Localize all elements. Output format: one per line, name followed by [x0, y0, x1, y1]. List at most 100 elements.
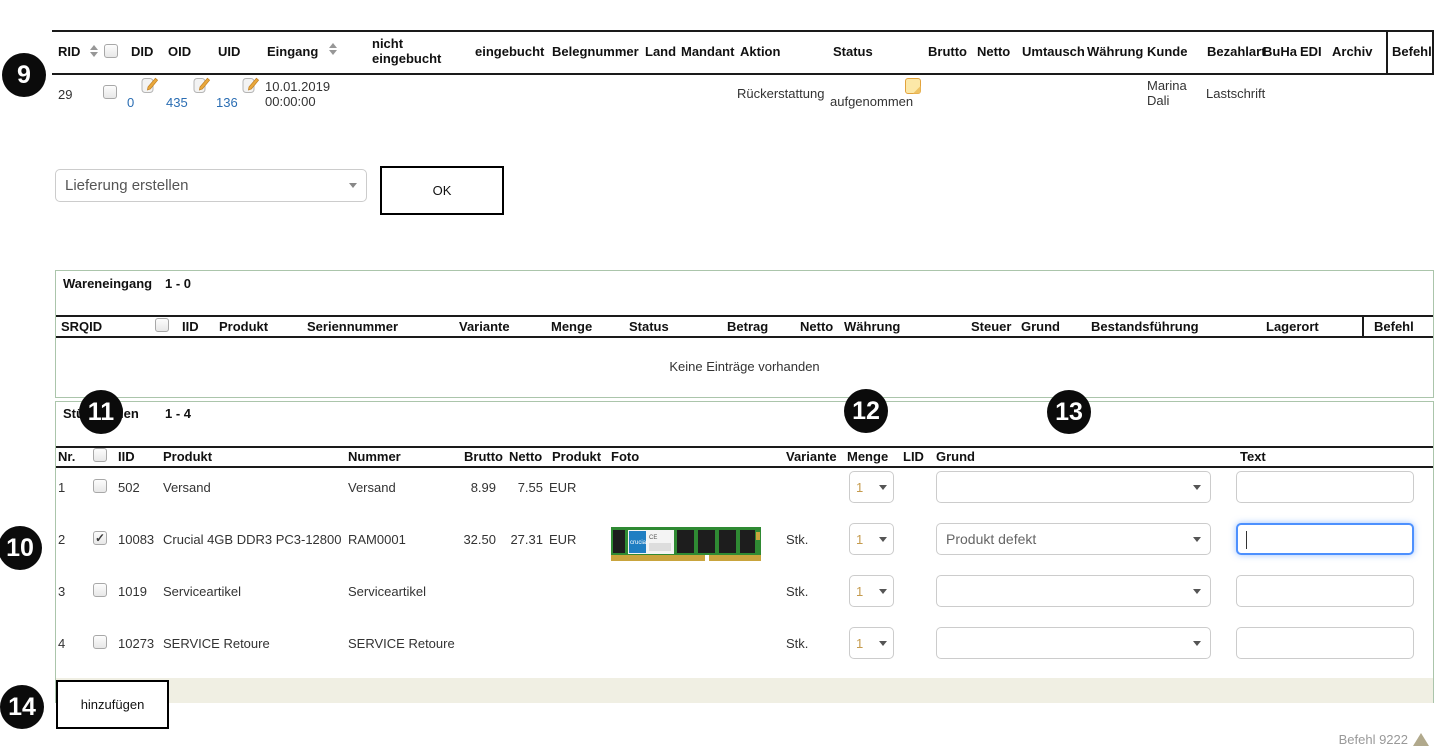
chevron-down-icon: [879, 589, 887, 594]
edit-icon[interactable]: [242, 77, 260, 99]
add-button[interactable]: hinzufügen: [56, 680, 169, 729]
select-all-checkbox[interactable]: [104, 44, 118, 58]
pos-row-netto: 7.55: [500, 480, 543, 495]
we-col-betrag: Betrag: [727, 319, 768, 334]
grund-select[interactable]: [936, 627, 1211, 659]
edit-icon[interactable]: [193, 77, 211, 99]
edit-icon[interactable]: [141, 77, 159, 99]
rid-sort-icon[interactable]: [90, 45, 98, 57]
row-oid-link[interactable]: 435: [166, 95, 188, 110]
table-border: [56, 446, 1433, 448]
pos-row-checkbox[interactable]: [93, 583, 107, 597]
chevron-down-icon: [879, 641, 887, 646]
row-eingang-time: 00:00:00: [265, 94, 316, 109]
we-select-all-checkbox[interactable]: [155, 318, 169, 332]
pos-col-lid: LID: [903, 449, 924, 464]
svg-text:crucial: crucial: [630, 540, 647, 546]
col-header-nicht-eingebucht: nicht eingebucht: [372, 36, 436, 66]
table-border: [56, 315, 1433, 317]
col-header-belegnummer: Belegnummer: [552, 44, 639, 59]
wareneingang-title: Wareneingang: [63, 276, 152, 291]
pos-row-checkbox[interactable]: [93, 635, 107, 649]
pos-row-variante: Stk.: [786, 636, 808, 651]
annotation-marker-9: 9: [2, 53, 46, 97]
menge-select[interactable]: 1: [849, 523, 894, 555]
text-input[interactable]: [1236, 627, 1414, 659]
scroll-top-icon[interactable]: [1413, 733, 1429, 746]
menge-select[interactable]: 1: [849, 627, 894, 659]
col-header-buha: BuHa: [1263, 44, 1297, 59]
pos-col-iid: IID: [118, 449, 135, 464]
we-col-produkt: Produkt: [219, 319, 268, 334]
we-empty-text: Keine Einträge vorhanden: [56, 359, 1433, 374]
befehl-cell-border: [1362, 315, 1364, 338]
col-header-land: Land: [645, 44, 676, 59]
pos-row-waehrung: EUR: [549, 532, 576, 547]
action-dropdown[interactable]: Lieferung erstellen: [55, 169, 367, 202]
menge-select[interactable]: 1: [849, 575, 894, 607]
grund-select[interactable]: [936, 471, 1211, 503]
row-kunde-line1: Marina: [1147, 78, 1187, 93]
pos-col-produkt2: Produkt: [552, 449, 601, 464]
col-header-bezahlart: Bezahlart: [1207, 44, 1266, 59]
pos-row-netto: 27.31: [500, 532, 543, 547]
we-col-status: Status: [629, 319, 669, 334]
chevron-down-icon: [349, 183, 357, 188]
text-input-focused[interactable]: [1236, 523, 1414, 555]
grund-select[interactable]: [936, 575, 1211, 607]
chevron-down-icon: [1193, 485, 1201, 490]
pos-col-netto: Netto: [509, 449, 542, 464]
pos-row-nr: 4: [58, 636, 65, 651]
we-col-srqid: SRQID: [61, 319, 102, 334]
menge-value: 1: [856, 532, 863, 547]
grund-select[interactable]: Produkt defekt: [936, 523, 1211, 555]
col-header-archiv: Archiv: [1332, 44, 1372, 59]
row-bezahlart: Lastschrift: [1206, 86, 1265, 101]
table-border: [52, 73, 1434, 75]
eingang-sort-icon[interactable]: [329, 43, 337, 55]
col-header-edi: EDI: [1300, 44, 1322, 59]
menge-value: 1: [856, 636, 863, 651]
pos-row-nr: 2: [58, 532, 65, 547]
text-input[interactable]: [1236, 471, 1414, 503]
annotation-marker-14: 14: [0, 685, 44, 729]
befehl-cell-border: [1432, 30, 1434, 75]
col-header-uid: UID: [218, 44, 240, 59]
pos-col-menge: Menge: [847, 449, 888, 464]
ok-button[interactable]: OK: [380, 166, 504, 215]
wareneingang-section: [55, 270, 1434, 398]
pos-row-nummer: Serviceartikel: [348, 584, 426, 599]
annotation-marker-12: 12: [844, 389, 888, 433]
we-col-netto: Netto: [800, 319, 833, 334]
col-header-waehrung: Währung: [1087, 44, 1143, 59]
pos-row-iid: 10083: [118, 532, 154, 547]
befehl-cell-border: [1386, 30, 1388, 75]
pos-row-iid: 10273: [118, 636, 154, 651]
pos-row-checkbox[interactable]: [93, 479, 107, 493]
pos-row-checkbox[interactable]: [93, 531, 107, 545]
menge-value: 1: [856, 584, 863, 599]
text-input[interactable]: [1236, 575, 1414, 607]
menge-select[interactable]: 1: [849, 471, 894, 503]
col-header-mandant: Mandant: [681, 44, 734, 59]
pos-row-nummer: SERVICE Retoure: [348, 636, 455, 651]
col-header-rid: RID: [58, 44, 80, 59]
row-select-checkbox[interactable]: [103, 85, 117, 99]
svg-text:CE: CE: [649, 535, 657, 541]
chevron-down-icon: [1193, 537, 1201, 542]
we-col-bestandsfuehrung: Bestandsführung: [1091, 319, 1199, 334]
pos-col-grund: Grund: [936, 449, 975, 464]
we-col-steuer: Steuer: [971, 319, 1011, 334]
annotation-marker-10: 10: [0, 526, 42, 570]
note-icon[interactable]: [905, 78, 921, 99]
row-rid: 29: [58, 87, 72, 102]
col-header-aktion: Aktion: [740, 44, 780, 59]
pos-col-foto: Foto: [611, 449, 639, 464]
col-header-status: Status: [833, 44, 873, 59]
pos-select-all-checkbox[interactable]: [93, 448, 107, 462]
row-uid-link[interactable]: 136: [216, 95, 238, 110]
pos-row-nummer: Versand: [348, 480, 396, 495]
we-col-iid: IID: [182, 319, 199, 334]
pos-row-brutto: 8.99: [450, 480, 496, 495]
row-did-link[interactable]: 0: [127, 95, 134, 110]
